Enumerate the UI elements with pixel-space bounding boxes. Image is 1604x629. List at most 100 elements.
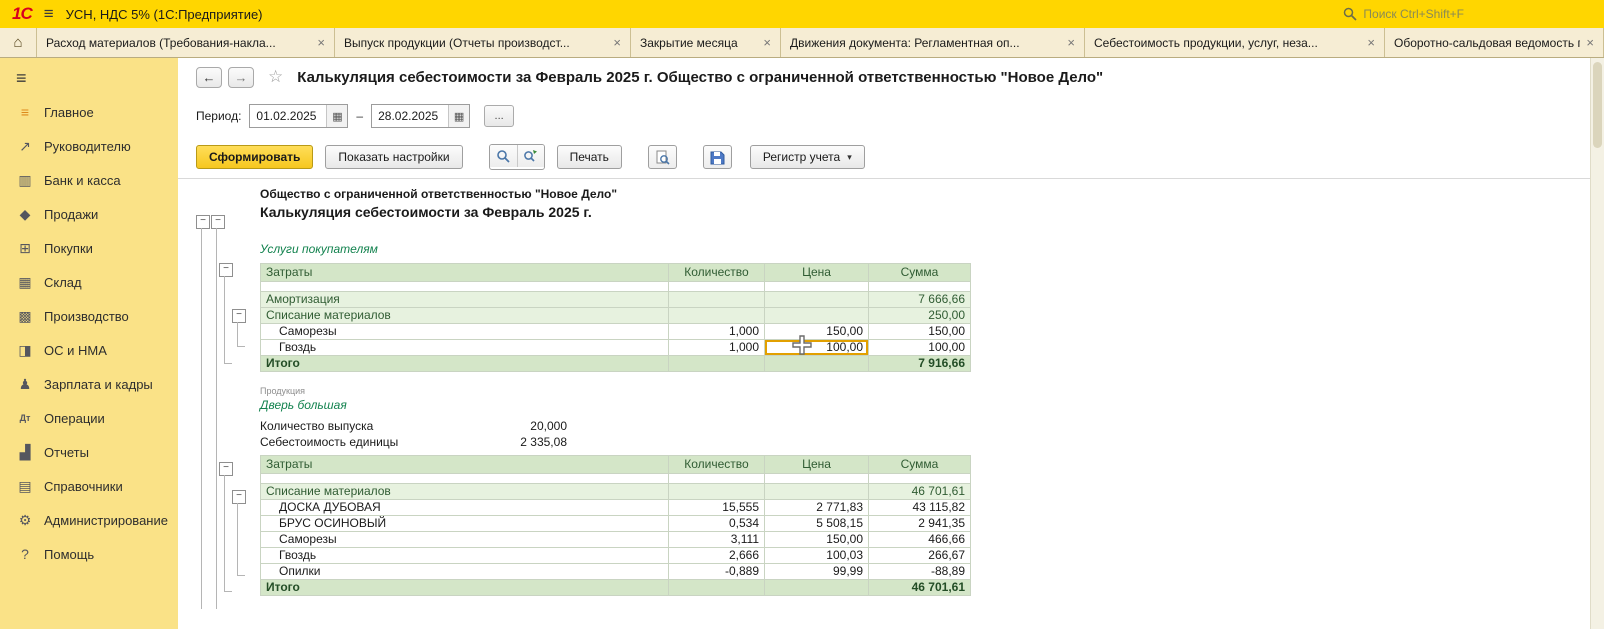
tab-cost-of-products[interactable]: Себестоимость продукции, услуг, неза... …: [1085, 28, 1385, 57]
tab-close-icon[interactable]: ×: [613, 35, 621, 50]
generate-button[interactable]: Сформировать: [196, 145, 313, 169]
sidebar-item-spravochniki[interactable]: ▤Справочники: [0, 469, 178, 503]
column-header[interactable]: Сумма: [869, 264, 971, 282]
sidebar-item-os-i-nma[interactable]: ◨ОС и НМА: [0, 333, 178, 367]
tab-close-icon[interactable]: ×: [1067, 35, 1075, 50]
home-tab[interactable]: ⌂: [0, 28, 37, 57]
cell[interactable]: 100,00: [869, 340, 971, 356]
cell[interactable]: [765, 292, 869, 308]
info-value[interactable]: 2 335,08: [520, 435, 567, 451]
cell[interactable]: 46 701,61: [869, 484, 971, 500]
collapse-toggle[interactable]: −: [219, 462, 233, 476]
cell[interactable]: 250,00: [869, 308, 971, 324]
collapse-toggle[interactable]: −: [211, 215, 225, 229]
main-menu-icon[interactable]: ≡: [44, 4, 54, 24]
collapse-toggle[interactable]: −: [196, 215, 210, 229]
find-in-report-button[interactable]: [490, 145, 517, 167]
group-product[interactable]: Дверь большая: [260, 398, 970, 414]
sidebar-item-pomosch[interactable]: ?Помощь: [0, 537, 178, 571]
register-menu-button[interactable]: Регистр учета ▾: [750, 145, 865, 169]
tab-close-icon[interactable]: ×: [1586, 35, 1594, 50]
sidebar-item-prodazhi[interactable]: ◆Продажи: [0, 197, 178, 231]
cell[interactable]: 3,111: [669, 532, 765, 548]
column-header[interactable]: Количество: [669, 456, 765, 474]
cell[interactable]: 15,555: [669, 500, 765, 516]
cell[interactable]: 0,534: [669, 516, 765, 532]
sidebar-item-administrirovanie[interactable]: ⚙Администрирование: [0, 503, 178, 537]
cell[interactable]: 5 508,15: [765, 516, 869, 532]
cell[interactable]: 1,000: [669, 324, 765, 340]
tab-turnover-balance-sheet[interactable]: Оборотно-сальдовая ведомость по сче... ×: [1385, 28, 1604, 57]
sidebar-item-zarplata-i-kadry[interactable]: ♟Зарплата и кадры: [0, 367, 178, 401]
cell[interactable]: [765, 484, 869, 500]
cell[interactable]: 7 666,66: [869, 292, 971, 308]
cell[interactable]: 150,00: [765, 324, 869, 340]
cell[interactable]: 100,03: [765, 548, 869, 564]
cell[interactable]: Итого: [261, 356, 669, 372]
cell[interactable]: Гвоздь: [261, 548, 669, 564]
column-header[interactable]: Количество: [669, 264, 765, 282]
collapse-toggle[interactable]: −: [232, 309, 246, 323]
tab-close-icon[interactable]: ×: [1367, 35, 1375, 50]
cell[interactable]: БРУС ОСИНОВЫЙ: [261, 516, 669, 532]
cell[interactable]: [669, 308, 765, 324]
collapse-toggle[interactable]: −: [232, 490, 246, 504]
print-button[interactable]: Печать: [557, 145, 622, 169]
calendar-icon[interactable]: ▦: [326, 105, 347, 127]
column-header[interactable]: Цена: [765, 264, 869, 282]
save-button[interactable]: [703, 145, 732, 169]
sidebar-item-glavnoe[interactable]: ≡Главное: [0, 95, 178, 129]
cell[interactable]: [765, 580, 869, 596]
cell[interactable]: 43 115,82: [869, 500, 971, 516]
print-preview-button[interactable]: [648, 145, 677, 169]
period-more-button[interactable]: ...: [484, 105, 514, 127]
calendar-icon[interactable]: ▦: [448, 105, 469, 127]
sidebar-item-operatsii[interactable]: ДтОперации: [0, 401, 178, 435]
cell[interactable]: Гвоздь: [261, 340, 669, 356]
sidebar-item-proizvodstvo[interactable]: ▩Производство: [0, 299, 178, 333]
sidebar-item-sklad[interactable]: ▦Склад: [0, 265, 178, 299]
selected-cell[interactable]: 100,00: [765, 340, 869, 356]
cell[interactable]: 266,67: [869, 548, 971, 564]
collapse-toggle[interactable]: −: [219, 263, 233, 277]
forward-button[interactable]: →: [228, 67, 254, 88]
period-to-field[interactable]: 28.02.2025 ▦: [371, 104, 470, 128]
sidebar-item-rukovoditelyu[interactable]: ↗Руководителю: [0, 129, 178, 163]
column-header[interactable]: Цена: [765, 456, 869, 474]
cell[interactable]: 99,99: [765, 564, 869, 580]
cell[interactable]: 2 771,83: [765, 500, 869, 516]
cell[interactable]: [669, 292, 765, 308]
tab-material-consumption[interactable]: Расход материалов (Требования-накла... ×: [37, 28, 335, 57]
show-settings-button[interactable]: Показать настройки: [325, 145, 462, 169]
cell[interactable]: 46 701,61: [869, 580, 971, 596]
cell[interactable]: Опилки: [261, 564, 669, 580]
cell[interactable]: 7 916,66: [869, 356, 971, 372]
sidebar-item-otchety[interactable]: ▟Отчеты: [0, 435, 178, 469]
column-header[interactable]: Сумма: [869, 456, 971, 474]
period-from-field[interactable]: 01.02.2025 ▦: [249, 104, 348, 128]
cell[interactable]: -88,89: [869, 564, 971, 580]
vertical-scrollbar[interactable]: [1590, 58, 1604, 629]
cell[interactable]: Амортизация: [261, 292, 669, 308]
cell[interactable]: 150,00: [869, 324, 971, 340]
favorite-star-icon[interactable]: ☆: [268, 67, 283, 87]
tab-month-closing[interactable]: Закрытие месяца ×: [631, 28, 781, 57]
tab-close-icon[interactable]: ×: [763, 35, 771, 50]
column-header[interactable]: Затраты: [261, 456, 669, 474]
group-services[interactable]: Услуги покупателям: [260, 242, 970, 258]
cell[interactable]: Списание материалов: [261, 484, 669, 500]
cell[interactable]: [669, 356, 765, 372]
cell[interactable]: 2 941,35: [869, 516, 971, 532]
sidebar-item-pokupki[interactable]: ⊞Покупки: [0, 231, 178, 265]
cell[interactable]: [669, 580, 765, 596]
cell[interactable]: Итого: [261, 580, 669, 596]
cell[interactable]: 2,666: [669, 548, 765, 564]
cell[interactable]: Саморезы: [261, 324, 669, 340]
cell[interactable]: ДОСКА ДУБОВАЯ: [261, 500, 669, 516]
tab-document-movements[interactable]: Движения документа: Регламентная оп... ×: [781, 28, 1085, 57]
sidebar-menu-icon[interactable]: ≡: [0, 64, 178, 95]
cell[interactable]: 150,00: [765, 532, 869, 548]
info-value[interactable]: 20,000: [530, 419, 567, 435]
sidebar-item-bank-i-kassa[interactable]: ▥Банк и касса: [0, 163, 178, 197]
cell[interactable]: -0,889: [669, 564, 765, 580]
